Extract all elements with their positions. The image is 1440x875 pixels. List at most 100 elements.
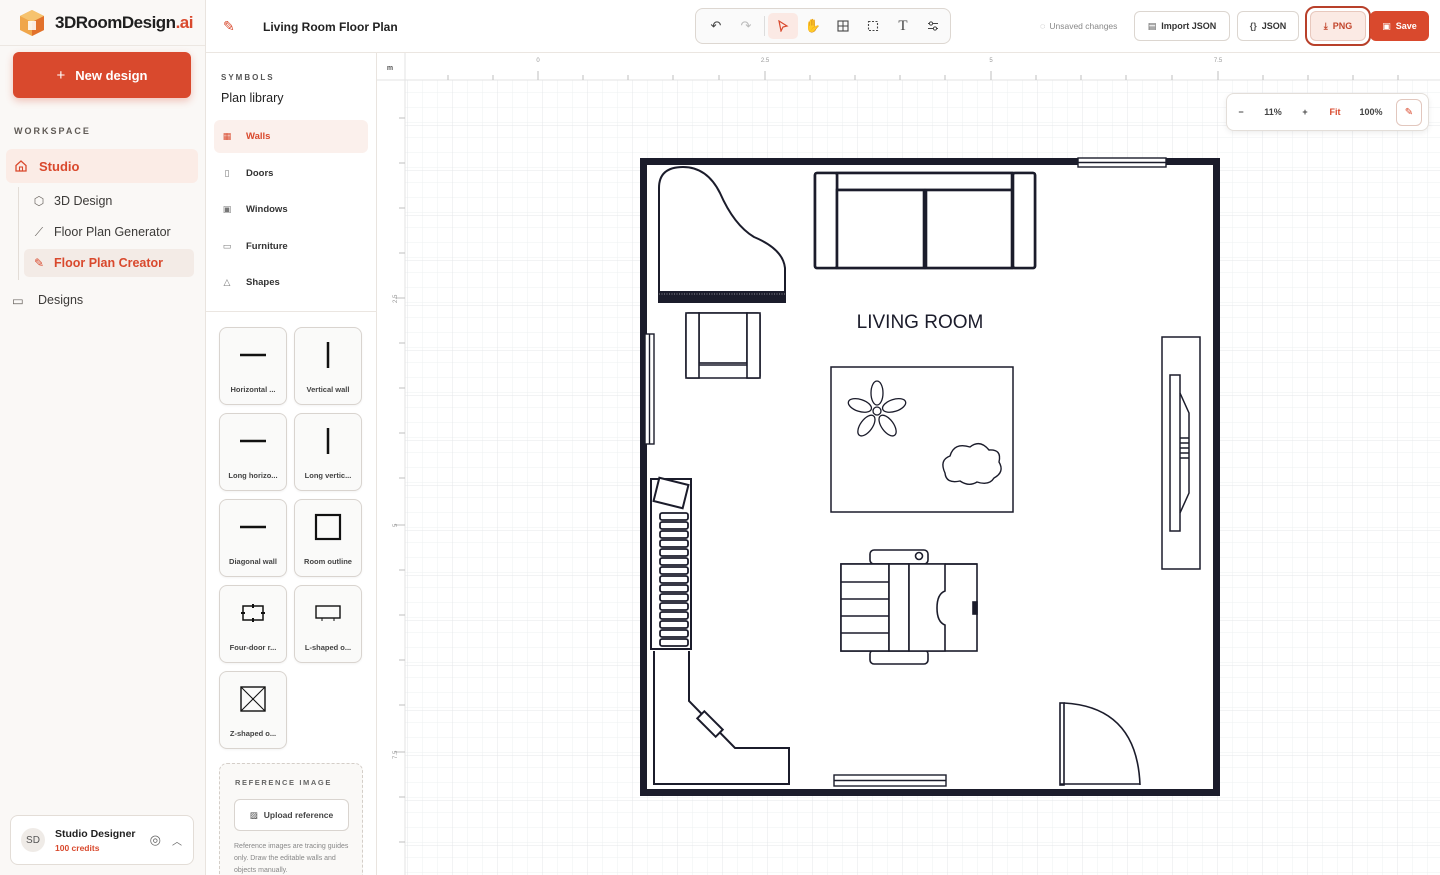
category-windows[interactable]: ▣ Windows [214,193,368,226]
logo-icon [20,9,44,36]
marquee-icon[interactable] [858,13,888,39]
user-card[interactable]: SD Studio Designer 100 credits ◎ ︿ [10,815,194,865]
window-top[interactable] [1077,157,1167,168]
symbol-horizontal-wall[interactable]: Horizontal ... [219,327,287,405]
floor-plan-canvas[interactable]: 0 2.5 5 7.5 m 2.5 5 7.5 LIVING ROOM − 11… [377,53,1440,875]
symbol-four-door-room[interactable]: Four-door r... [219,585,287,663]
zoom-controls: − 11% + Fit 100% ✎ [1226,93,1429,131]
image-icon: ▨ [249,809,258,820]
grid-icon[interactable] [828,13,858,39]
symbol-long-horizontal-wall[interactable]: Long horizo... [219,413,287,491]
unsaved-status: ◌ Unsaved changes [1040,21,1118,31]
nav-3d-design[interactable]: ⬡ 3D Design [24,187,194,215]
nav-studio[interactable]: Studio [6,149,198,183]
nav-floor-plan-creator[interactable]: ✎ Floor Plan Creator [24,249,194,277]
text-icon[interactable]: T [888,13,918,39]
reference-note: Reference images are tracing guides only… [234,843,349,874]
brand-name: 3DRoomDesign.ai [55,12,193,32]
category-furniture[interactable]: ▭ Furniture [214,230,368,263]
bookshelf[interactable] [650,476,692,650]
toolbar-divider [764,16,765,36]
long-vertical-wall-preview [295,414,361,468]
long-horizontal-wall-preview [220,414,286,468]
window-left[interactable] [644,333,655,445]
panel-divider [206,311,377,312]
zoom-level: 11% [1264,107,1282,117]
reference-image-label: REFERENCE IMAGE [235,778,332,787]
ruler-unit: m [387,65,393,72]
user-info: Studio Designer 100 credits [55,828,136,853]
zoom-out-button[interactable]: − [1227,93,1255,131]
export-json-button[interactable]: {} JSON [1237,11,1299,41]
ruler-y-label-2: 7.5 [393,750,399,759]
home-icon [15,160,27,172]
save-icon: ▣ [1382,20,1391,31]
room-outline-preview [295,500,361,554]
download-icon: ⤓ [1323,20,1328,31]
symbols-label: SYMBOLS [221,73,275,82]
room-label[interactable]: LIVING ROOM [857,312,984,333]
rug[interactable] [830,366,1014,513]
diagonal-wall-preview [220,500,286,554]
hand-icon[interactable]: ✋ [798,13,828,39]
reference-image-section: REFERENCE IMAGE ▨ Upload reference Refere… [219,763,363,875]
symbol-long-vertical-wall[interactable]: Long vertic... [294,413,362,491]
save-button[interactable]: ▣ Save [1370,11,1429,41]
import-json-button[interactable]: ▤ Import JSON [1134,11,1230,41]
symbols-panel: SYMBOLS Plan library ▦ Walls ▯ Doors ▣ Wind… [206,53,377,875]
ruler-left: m 2.5 5 7.5 [377,53,406,875]
tv-console[interactable] [1161,336,1201,570]
ruler-x-label-1: 2.5 [761,58,770,64]
category-list: ▦ Walls ▯ Doors ▣ Windows ▭ Furniture △ Shape… [214,120,368,303]
symbol-l-shaped-room[interactable]: L-shaped o... [294,585,362,663]
folder-icon: ▭ [12,293,24,308]
file-icon: ▤ [1147,20,1157,31]
nav-designs[interactable]: ▭ Designs [12,290,83,310]
symbol-vertical-wall[interactable]: Vertical wall [294,327,362,405]
top-bar: ✎ Living Room Floor Plan ↶ ↷ ✋ T ◌ Unsave… [206,0,1440,53]
ruler-y-label-0: 2.5 [393,294,399,303]
export-png-button[interactable]: ⤓ PNG [1310,11,1366,41]
settings-icon[interactable] [918,13,948,39]
workspace-label: WORKSPACE [14,126,91,136]
redo-icon[interactable]: ↷ [731,13,761,39]
category-shapes[interactable]: △ Shapes [214,266,368,299]
undo-icon[interactable]: ↶ [701,13,731,39]
armchair[interactable] [685,312,761,379]
canvas-svg: 0 2.5 5 7.5 m 2.5 5 7.5 LIVING ROOM [377,53,1440,875]
shapes-icon: △ [223,277,231,287]
select-icon[interactable] [768,13,798,39]
z-shaped-room-preview [220,672,286,726]
cube-icon: ⬡ [33,194,45,208]
zoom-fit-button[interactable]: Fit [1319,93,1351,131]
ruler-icon[interactable]: ✎ [1396,99,1422,126]
brand[interactable]: 3DRoomDesign.ai [0,0,205,46]
category-walls[interactable]: ▦ Walls [214,120,368,153]
zoom-100-button[interactable]: 100% [1351,93,1391,131]
symbol-diagonal-wall[interactable]: Diagonal wall [219,499,287,577]
globe-icon[interactable]: ◎ [150,832,161,848]
category-doors[interactable]: ▯ Doors [214,157,368,190]
studio-subnav: ⬡ 3D Design ⟋ Floor Plan Generator ✎ Flo… [18,187,194,280]
sofa[interactable] [813,171,1037,270]
window-bottom[interactable] [833,774,947,787]
dresser[interactable] [840,549,978,665]
sofa-icon: ▭ [222,240,232,251]
ruler-top: 0 2.5 5 7.5 [377,53,1440,81]
l-shaped-room-preview [295,586,361,640]
user-credits: 100 credits [55,842,100,853]
page-title[interactable]: Living Room Floor Plan [263,20,398,34]
upload-reference-button[interactable]: ▨ Upload reference [234,799,349,831]
ruler-x-label-3: 7.5 [1214,58,1223,64]
vertical-wall-preview [295,328,361,382]
app-root: 3DRoomDesign.ai + New design WORKSPACE S… [0,0,1440,875]
new-design-button[interactable]: + New design [13,52,191,98]
avatar: SD [21,828,45,852]
sync-icon: ◌ [1040,21,1046,31]
symbol-z-shaped-room[interactable]: Z-shaped o... [219,671,287,749]
symbol-room-outline[interactable]: Room outline [294,499,362,577]
chevron-up-icon[interactable]: ︿ [172,833,182,848]
zoom-in-button[interactable]: + [1291,93,1319,131]
magic-wand-icon: ⟋ [34,224,44,239]
nav-floor-plan-generator[interactable]: ⟋ Floor Plan Generator [24,218,194,246]
